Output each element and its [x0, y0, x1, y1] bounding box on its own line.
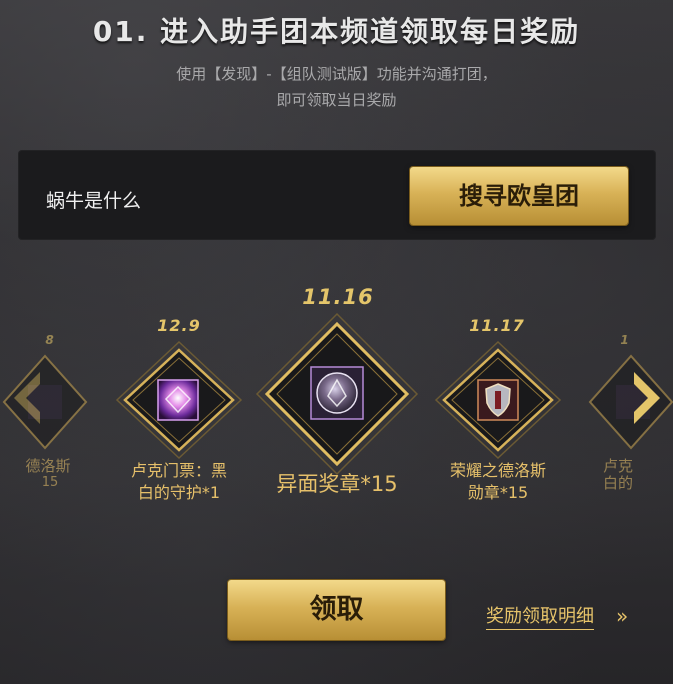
reward-name-3-line-1: 荣耀之德洛斯: [449, 461, 546, 480]
search-team-button[interactable]: 搜寻欧皇团: [410, 167, 628, 225]
shield-medal-icon: [477, 379, 519, 421]
page-title: 01. 进入助手团本频道领取每日奖励: [92, 15, 581, 48]
reward-date-3: 11.17: [469, 316, 525, 335]
reward-name-1-line-2: 白的守护*1: [137, 483, 221, 502]
claim-button[interactable]: 领取: [228, 580, 445, 640]
reward-name-1-line-1: 卢克门票：黑: [130, 461, 227, 480]
double-chevron-right-icon[interactable]: »: [616, 604, 628, 628]
ticket-icon: [157, 379, 199, 421]
reward-date-1: 12.9: [157, 316, 201, 335]
search-panel: 蜗牛是什么 搜寻欧皇团: [18, 150, 656, 240]
reward-name-left-partial-2: 15: [41, 475, 59, 490]
reward-date-right-partial: 1: [620, 333, 630, 347]
reward-name-2-line-1: 异面奖章*15: [276, 472, 398, 496]
reward-detail-link[interactable]: 奖励领取明细: [486, 605, 594, 630]
subtitle-line-2: 即可领取当日奖励: [276, 91, 397, 109]
reward-date-2: 11.16: [302, 285, 374, 309]
panel-label: 蜗牛是什么: [46, 190, 142, 212]
subtitle-line-1: 使用【发现】-【组队测试版】功能并沟通打团，: [176, 65, 497, 83]
next-arrow-icon[interactable]: [630, 370, 664, 426]
reward-name-3-line-2: 勋章*15: [467, 483, 529, 502]
reward-date-left-partial: 8: [45, 333, 55, 347]
medal-icon: [310, 366, 364, 420]
reward-frame-left-partial: [2, 354, 88, 450]
reward-name-right-partial-2: 白的: [602, 474, 633, 492]
